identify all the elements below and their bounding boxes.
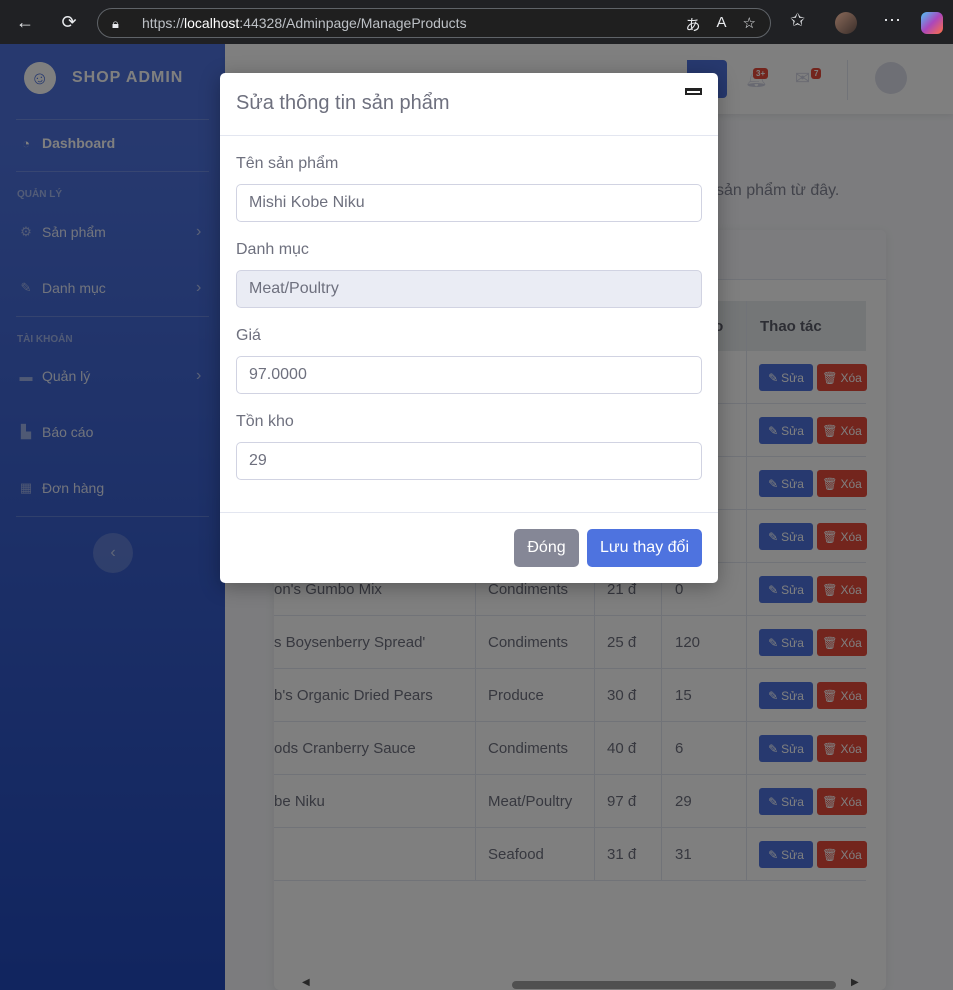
more-menu-icon[interactable]: ⋯	[883, 10, 901, 31]
url-host: localhost	[184, 15, 240, 31]
product-name-input[interactable]	[236, 184, 702, 222]
stock-input[interactable]	[236, 442, 702, 480]
category-label: Danh mục	[236, 241, 309, 258]
url-prefix: https://	[142, 15, 185, 31]
address-bar[interactable]: 🔒︎ https://localhost:44328/Adminpage/Man…	[97, 8, 771, 38]
close-button[interactable]: Đóng	[514, 529, 579, 567]
lock-icon: 🔒︎	[112, 16, 119, 31]
edit-product-modal: Sửa thông tin sản phẩm Tên sản phẩm Danh…	[220, 73, 718, 583]
back-arrow-icon[interactable]: ←	[13, 10, 37, 34]
translate-icon[interactable]: あ	[686, 14, 701, 35]
refresh-icon[interactable]: ⟳	[57, 10, 81, 34]
modal-footer-divider	[220, 512, 718, 513]
save-changes-button[interactable]: Lưu thay đổi	[587, 529, 702, 567]
favorites-icon[interactable]: ✩	[790, 10, 805, 31]
browser-toolbar: ← ⟳ 🔒︎ https://localhost:44328/Adminpage…	[0, 0, 953, 44]
modal-header-divider	[220, 135, 718, 136]
favorite-star-icon[interactable]: ☆	[743, 14, 756, 35]
price-input[interactable]	[236, 356, 702, 394]
category-input	[236, 270, 702, 308]
close-icon[interactable]	[685, 88, 702, 95]
read-aloud-icon[interactable]: A	[717, 14, 727, 35]
profile-avatar[interactable]	[835, 12, 857, 34]
url-rest: :44328/Adminpage/ManageProducts	[239, 15, 467, 31]
stock-label: Tồn kho	[236, 413, 294, 430]
price-label: Giá	[236, 327, 261, 344]
modal-title: Sửa thông tin sản phẩm	[236, 92, 450, 114]
product-name-label: Tên sản phẩm	[236, 155, 339, 172]
copilot-icon[interactable]	[921, 12, 943, 34]
